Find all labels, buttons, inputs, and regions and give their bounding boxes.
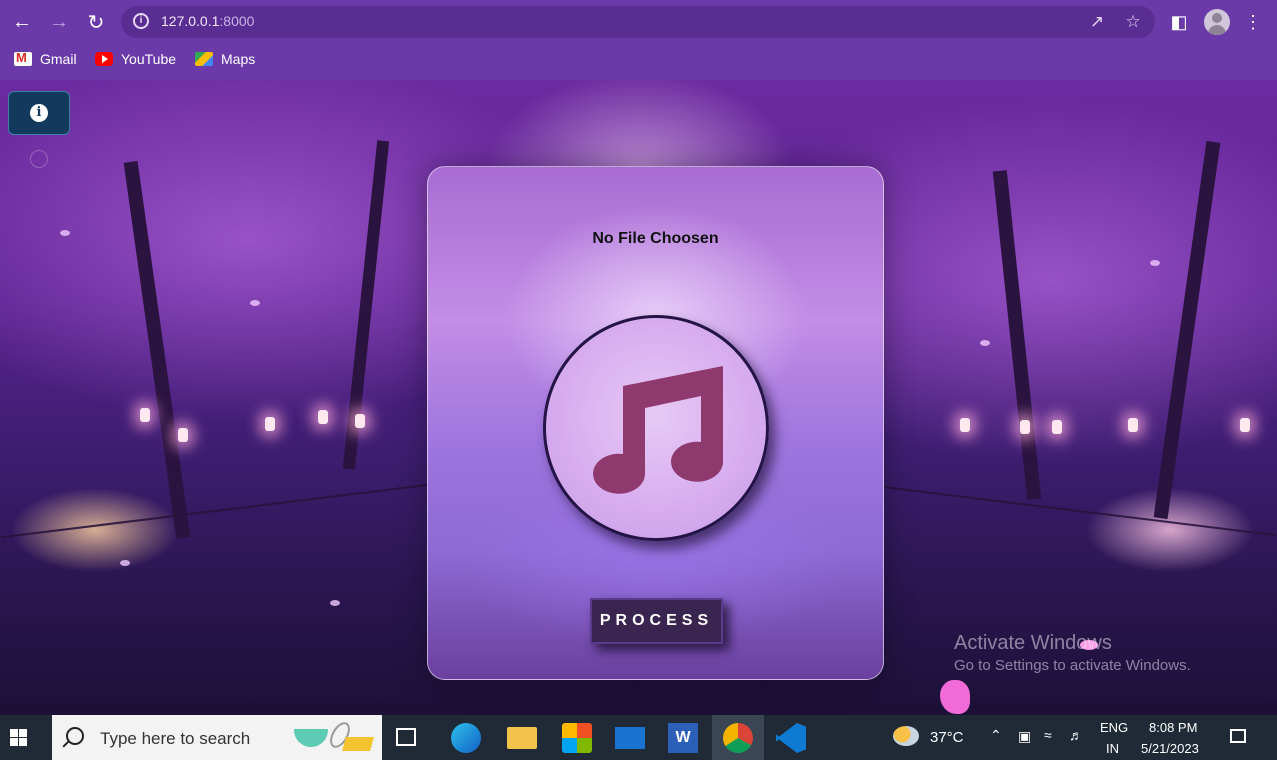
store-icon[interactable]: [562, 723, 592, 753]
reload-icon[interactable]: ↻: [82, 8, 110, 36]
tree-trunk: [992, 170, 1042, 500]
tree-trunk: [123, 160, 191, 540]
weather-temp[interactable]: 37°C: [930, 729, 964, 746]
lamp: [1128, 418, 1138, 432]
chrome-icon[interactable]: [723, 723, 753, 753]
vscode-icon[interactable]: [776, 723, 806, 753]
railing: [881, 485, 1276, 537]
petal: [940, 680, 970, 714]
browser-toolbar: ← → ↻ i 127.0.0.1:8000 ↗ ☆ ◧ ⋮: [0, 0, 1277, 44]
task-view-icon[interactable]: [396, 728, 416, 746]
bookmarks-bar: Gmail YouTube Maps: [0, 44, 1277, 72]
file-explorer-icon[interactable]: [507, 727, 537, 749]
notification-icon[interactable]: [1230, 729, 1246, 743]
language-top[interactable]: ENG: [1100, 720, 1128, 735]
tree-trunk: [342, 140, 390, 470]
browser-chrome: ← → ↻ i 127.0.0.1:8000 ↗ ☆ ◧ ⋮ Gmail You…: [0, 0, 1277, 80]
watermark-title: Activate Windows: [954, 632, 1112, 654]
tree-trunk: [1153, 140, 1221, 520]
process-button[interactable]: PROCESS: [590, 598, 723, 644]
weather-icon[interactable]: [893, 726, 919, 746]
share-icon[interactable]: ↗: [1085, 10, 1109, 34]
bookmark-star-icon[interactable]: ☆: [1121, 10, 1145, 34]
lamp: [1020, 420, 1030, 434]
word-icon[interactable]: W: [668, 723, 698, 753]
info-button[interactable]: i: [8, 91, 70, 135]
youtube-icon: [95, 52, 113, 66]
volume-icon[interactable]: ♬: [1069, 727, 1083, 743]
meet-icon[interactable]: ▣: [1018, 728, 1031, 745]
petal: [1150, 260, 1160, 266]
chevron-up-icon[interactable]: ⌃: [990, 727, 1002, 744]
music-note-icon: [593, 366, 723, 494]
search-placeholder: Type here to search: [100, 729, 251, 748]
lamp: [265, 417, 275, 431]
taskbar-search[interactable]: Type here to search: [52, 715, 382, 760]
bookmark-youtube[interactable]: YouTube: [95, 50, 176, 68]
wifi-icon[interactable]: ≈: [1044, 727, 1052, 743]
music-upload-disc[interactable]: [543, 315, 769, 541]
url-host: 127.0.0.1: [161, 13, 220, 29]
back-arrow-icon[interactable]: ←: [8, 8, 36, 36]
petal: [120, 560, 130, 566]
language-bottom[interactable]: IN: [1106, 741, 1119, 756]
edge-icon[interactable]: [451, 723, 481, 753]
lamp: [1052, 420, 1062, 434]
bookmark-maps[interactable]: Maps: [195, 50, 255, 68]
file-status-label: No File Choosen: [592, 230, 719, 247]
taskbar: Type here to search W 37°C ⌃ ▣ ≈ ♬ ENG I…: [0, 715, 1277, 760]
address-bar[interactable]: i 127.0.0.1:8000 ↗ ☆: [121, 6, 1155, 38]
gmail-icon: [14, 50, 32, 66]
search-icon: [66, 727, 84, 745]
profile-avatar[interactable]: [1204, 9, 1230, 35]
ghost-circle-icon: [30, 150, 48, 168]
windows-start-icon[interactable]: [10, 729, 27, 746]
bookmark-label: Gmail: [40, 51, 77, 67]
activate-windows-watermark: Activate Windows Go to Settings to activ…: [954, 632, 1191, 674]
lamp: [1240, 418, 1250, 432]
petal: [330, 600, 340, 606]
bookmark-gmail[interactable]: Gmail: [14, 50, 77, 68]
maps-icon: [195, 52, 213, 66]
bookmark-label: Maps: [221, 51, 256, 67]
petal: [250, 300, 260, 306]
bookmark-label: YouTube: [121, 51, 177, 67]
search-highlight-butter-icon: [342, 737, 374, 751]
upload-card: No File Choosen PROCESS: [427, 166, 884, 680]
railing: [1, 483, 429, 539]
site-info-icon[interactable]: i: [133, 13, 149, 29]
forward-arrow-icon[interactable]: →: [45, 8, 73, 36]
lamp: [960, 418, 970, 432]
info-icon: i: [30, 104, 48, 122]
petal: [60, 230, 70, 236]
lamp: [318, 410, 328, 424]
watermark-subtitle: Go to Settings to activate Windows.: [954, 657, 1191, 674]
lamp: [140, 408, 150, 422]
mail-icon[interactable]: [615, 727, 645, 749]
search-highlight-bowl-icon: [294, 729, 328, 747]
lamp: [355, 414, 365, 428]
petal: [980, 340, 990, 346]
url-port: :8000: [219, 13, 255, 29]
menu-kebab-icon[interactable]: ⋮: [1239, 8, 1267, 36]
address-url[interactable]: 127.0.0.1:8000: [161, 13, 254, 29]
lamp: [178, 428, 188, 442]
clock-date[interactable]: 5/21/2023: [1141, 741, 1199, 756]
side-panel-icon[interactable]: ◧: [1165, 8, 1193, 36]
clock-time[interactable]: 8:08 PM: [1149, 720, 1197, 735]
